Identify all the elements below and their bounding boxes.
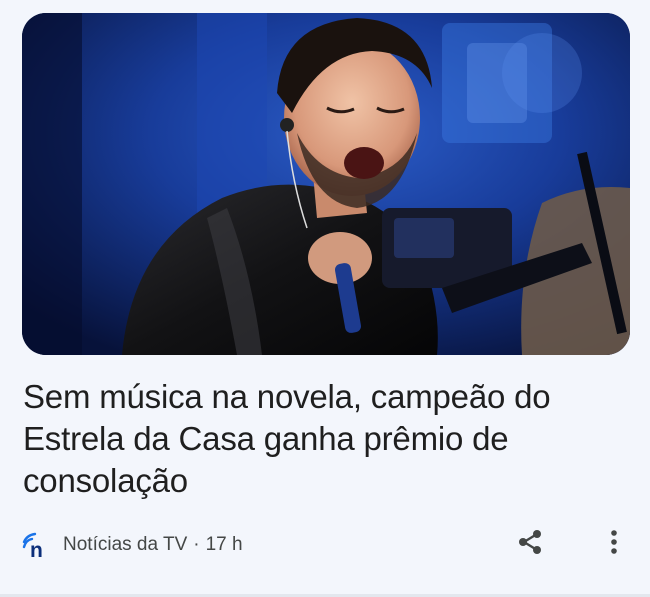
more-vert-icon bbox=[609, 528, 619, 561]
publisher-name[interactable]: Notícias da TV bbox=[63, 534, 187, 556]
svg-text:n: n bbox=[30, 539, 43, 560]
meta-separator: · bbox=[193, 534, 200, 555]
share-button[interactable] bbox=[510, 524, 550, 564]
publisher-logo-icon: n bbox=[20, 529, 52, 561]
article-meta: n Notícias da TV · 17 h bbox=[20, 528, 243, 562]
article-image[interactable] bbox=[22, 13, 630, 355]
published-time: 17 h bbox=[205, 534, 243, 555]
article-headline[interactable]: Sem música na novela, campeão do Estrela… bbox=[23, 376, 613, 502]
news-card[interactable]: Sem música na novela, campeão do Estrela… bbox=[0, 0, 650, 597]
singer-photo-illustration bbox=[22, 13, 630, 355]
share-icon bbox=[515, 527, 545, 562]
more-options-button[interactable] bbox=[594, 524, 634, 564]
